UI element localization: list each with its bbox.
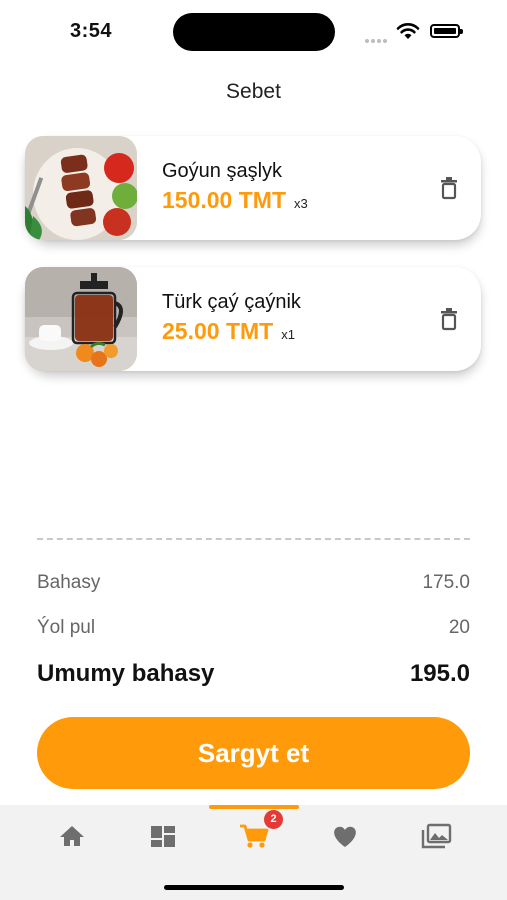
home-indicator — [164, 885, 344, 890]
quantity-label: x3 — [294, 196, 308, 211]
total-row: Umumy bahasy 195.0 — [37, 660, 470, 688]
cart-item[interactable]: Türk çaý çaýnik 25.00 TMT x1 — [25, 267, 481, 371]
active-tab-indicator — [209, 805, 299, 809]
page-title: Sebet — [226, 80, 281, 103]
delivery-value: 20 — [448, 617, 470, 638]
heart-icon[interactable] — [328, 821, 362, 851]
product-price: 150.00 TMT x3 — [162, 187, 308, 214]
trash-icon[interactable] — [439, 307, 459, 331]
wifi-icon — [396, 23, 420, 39]
subtotal-label: Bahasy — [37, 572, 101, 593]
delivery-label: Ýol pul — [37, 617, 96, 638]
price-value: 25.00 TMT — [162, 318, 274, 344]
summary-divider — [37, 538, 470, 540]
checkout-button[interactable]: Sargyt et — [37, 717, 470, 789]
grid-icon[interactable] — [146, 821, 180, 851]
subtotal-row: Bahasy 175.0 — [37, 572, 470, 594]
delivery-row: Ýol pul 20 — [37, 617, 470, 639]
battery-icon — [430, 24, 463, 38]
price-value: 150.00 TMT — [162, 187, 286, 213]
subtotal-value: 175.0 — [422, 572, 470, 593]
product-price: 25.00 TMT x1 — [162, 318, 295, 345]
product-image-teapot — [25, 267, 137, 371]
signal-icon — [365, 30, 389, 43]
gallery-icon[interactable] — [419, 821, 453, 851]
total-value: 195.0 — [409, 660, 470, 687]
product-name: Goýun şaşlyk — [162, 160, 283, 182]
status-bar: 3:54 — [0, 0, 507, 62]
status-time: 3:54 — [70, 20, 113, 42]
total-label: Umumy bahasy — [37, 660, 215, 687]
quantity-label: x1 — [281, 327, 295, 342]
dynamic-island — [173, 13, 335, 51]
product-image-shashlik — [25, 136, 137, 240]
cart-badge: 2 — [264, 810, 283, 829]
trash-icon[interactable] — [439, 176, 459, 200]
product-name: Türk çaý çaýnik — [162, 291, 301, 313]
cart-item[interactable]: Goýun şaşlyk 150.00 TMT x3 — [25, 136, 481, 240]
home-icon[interactable] — [55, 821, 89, 851]
